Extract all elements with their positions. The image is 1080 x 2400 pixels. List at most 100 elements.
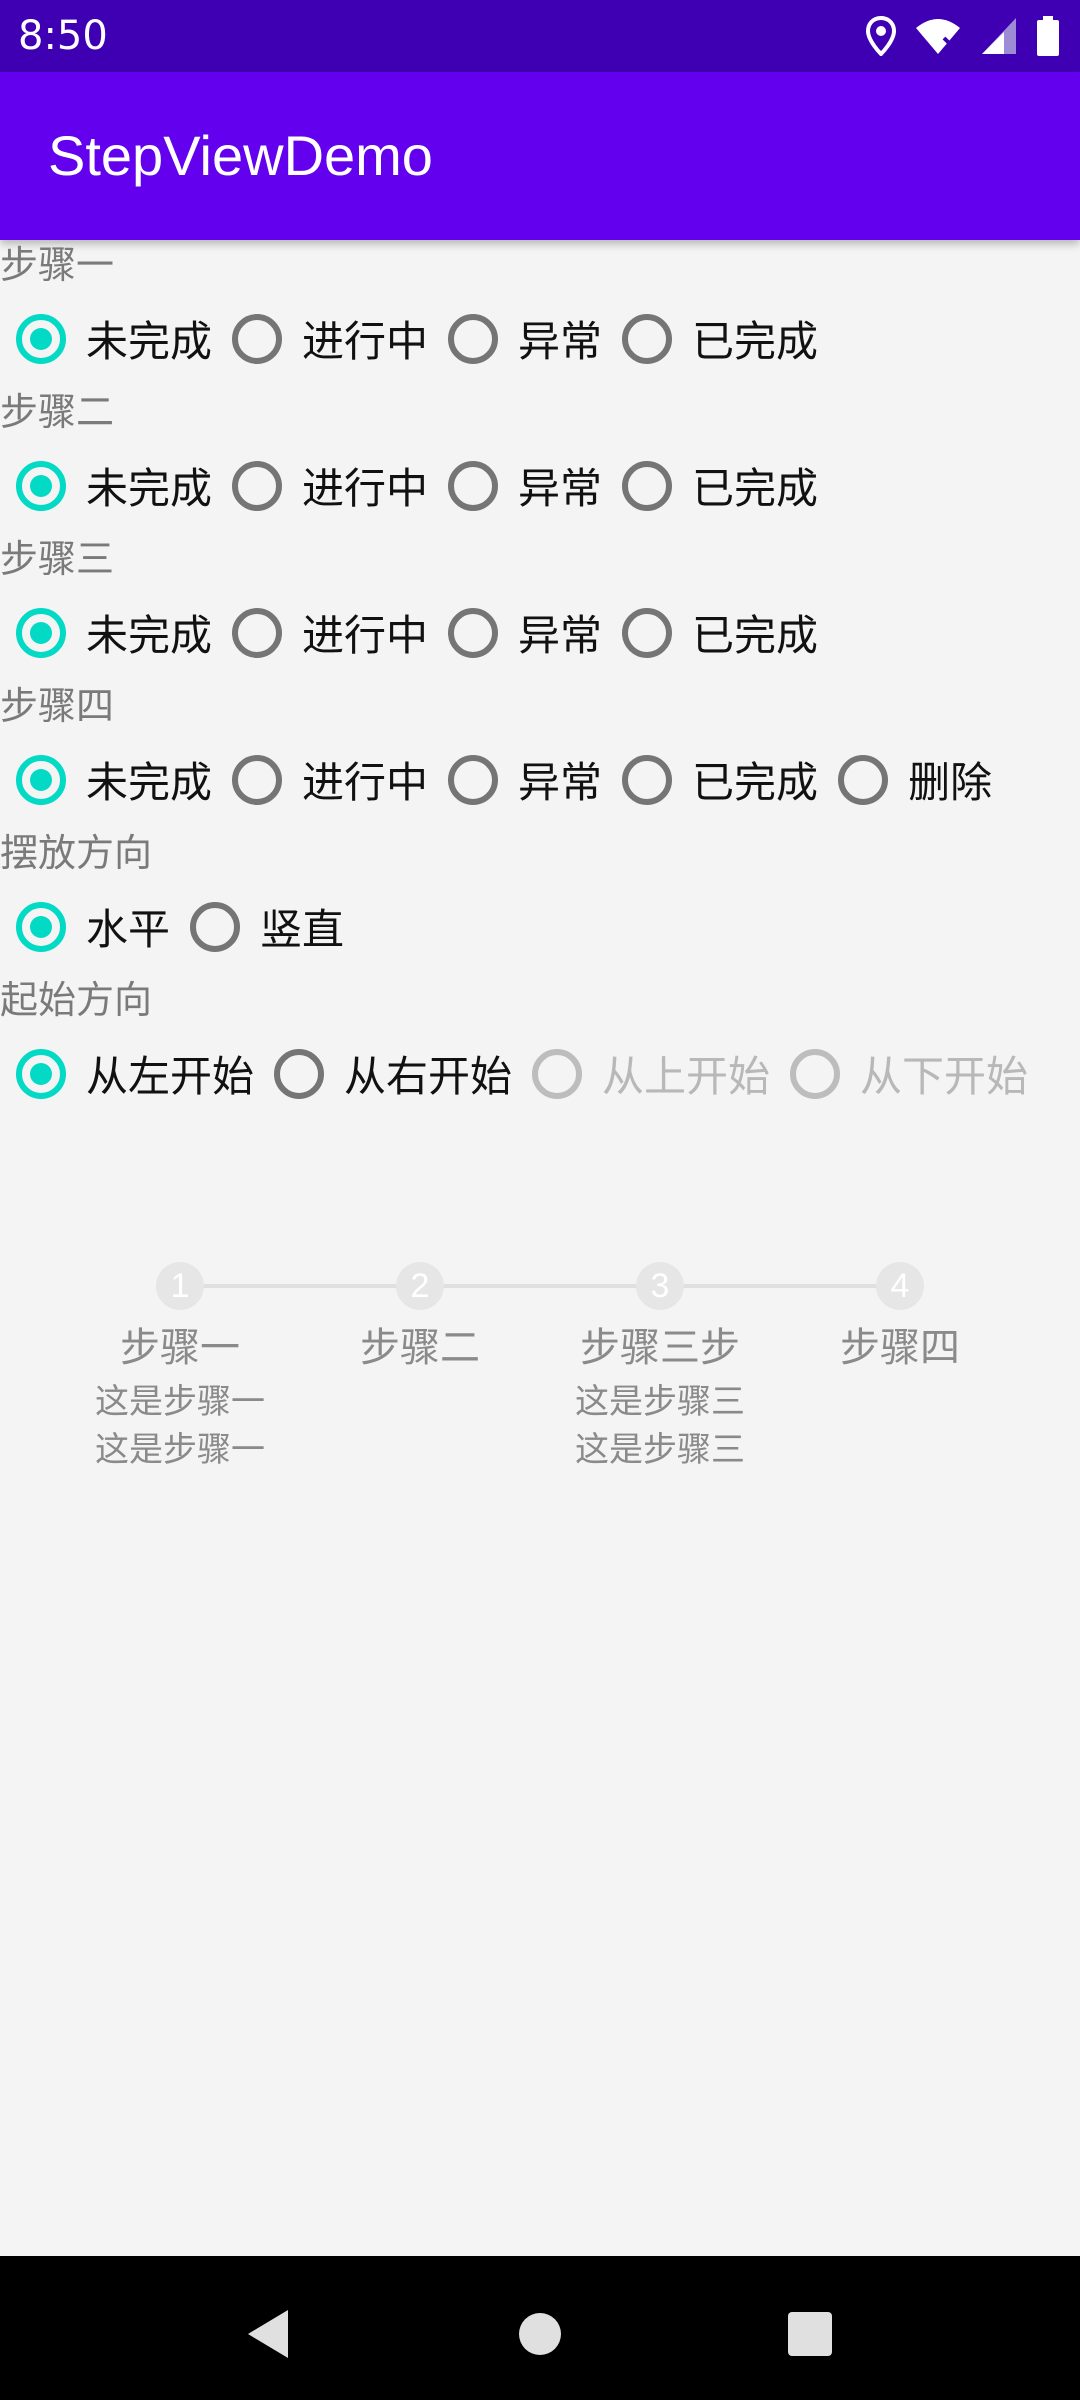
radio-step3-completed[interactable]: 已完成: [622, 602, 818, 663]
app-bar: StepViewDemo: [0, 72, 1080, 240]
radio-circle: [622, 754, 673, 805]
status-time: 8:50: [18, 13, 108, 59]
status-icons: [866, 14, 1060, 58]
radio-step4-incomplete[interactable]: 未完成: [16, 749, 212, 810]
radio-start-left[interactable]: 从左开始: [16, 1043, 254, 1104]
radio-start-right[interactable]: 从右开始: [274, 1043, 512, 1104]
radio-step1-in-progress[interactable]: 进行中: [232, 308, 428, 369]
section-label-step2: 步骤二: [0, 390, 115, 434]
radio-group-start-direction: 从左开始 从右开始 从上开始 从下开始: [0, 1025, 1080, 1122]
radio-circle: [448, 754, 499, 805]
section-label-step1: 步骤一: [0, 243, 115, 287]
radio-circle: [232, 607, 283, 658]
step-number: 2: [396, 1262, 444, 1310]
radio-circle: [448, 460, 499, 511]
radio-circle: [448, 313, 499, 364]
home-icon[interactable]: [518, 2308, 562, 2360]
radio-step1-incomplete[interactable]: 未完成: [16, 308, 212, 369]
radio-group-step2: 未完成 进行中 异常 已完成: [0, 437, 1080, 534]
radio-circle: [16, 460, 66, 511]
radio-orientation-horizontal[interactable]: 水平: [16, 896, 170, 957]
section-label-start-direction: 起始方向: [0, 978, 153, 1022]
radio-step1-completed[interactable]: 已完成: [622, 308, 818, 369]
step-number: 3: [636, 1262, 684, 1310]
radio-label: 未完成: [86, 611, 213, 660]
radio-circle: [532, 1048, 583, 1099]
radio-circle: [622, 460, 673, 511]
radio-step3-error[interactable]: 异常: [448, 602, 602, 663]
radio-label: 未完成: [86, 464, 213, 513]
settings-panel: 步骤一 未完成 进行中 异常 已完成 步骤二 未完成 进行中 异常 已完成 步骤…: [0, 240, 1080, 1122]
radio-step2-incomplete[interactable]: 未完成: [16, 455, 212, 516]
step-title: 步骤一: [120, 1325, 240, 1371]
step-title: 步骤三步: [580, 1325, 740, 1371]
radio-group-step3: 未完成 进行中 异常 已完成: [0, 584, 1080, 681]
radio-label: 异常: [518, 317, 603, 366]
radio-label: 水平: [86, 905, 171, 954]
radio-circle: [16, 901, 66, 952]
app-title: StepViewDemo: [48, 124, 433, 187]
radio-orientation-vertical[interactable]: 竖直: [190, 896, 344, 957]
radio-step1-error[interactable]: 异常: [448, 308, 602, 369]
radio-label: 已完成: [692, 758, 819, 807]
radio-circle: [16, 607, 66, 658]
radio-group-step4: 未完成 进行中 异常 已完成 删除: [0, 731, 1080, 828]
radio-circle: [16, 754, 66, 805]
radio-label: 未完成: [86, 317, 213, 366]
radio-step2-in-progress[interactable]: 进行中: [232, 455, 428, 516]
radio-circle: [16, 313, 66, 364]
radio-circle: [622, 313, 673, 364]
radio-circle: [448, 607, 499, 658]
radio-label: 从上开始: [602, 1052, 771, 1101]
step-view: 1 步骤一 这是步骤一 这是步骤一 2 步骤二 3 步骤三步 这是步骤三 这是步…: [0, 1262, 1080, 1502]
radio-step2-error[interactable]: 异常: [448, 455, 602, 516]
radio-label: 已完成: [692, 611, 819, 660]
step-description: 这是步骤一: [95, 1430, 265, 1470]
step-3: 3 步骤三步 这是步骤三 这是步骤三: [540, 1262, 780, 1474]
radio-step4-in-progress[interactable]: 进行中: [232, 749, 428, 810]
radio-label: 已完成: [692, 317, 819, 366]
radio-label: 进行中: [302, 611, 429, 660]
signal-icon: [982, 18, 1016, 54]
step-title: 步骤二: [360, 1325, 480, 1371]
step-description: 这是步骤三: [575, 1430, 745, 1470]
radio-circle: [232, 754, 283, 805]
status-bar: 8:50: [0, 0, 1080, 72]
radio-step4-error[interactable]: 异常: [448, 749, 602, 810]
radio-label: 从左开始: [86, 1052, 255, 1101]
radio-step3-incomplete[interactable]: 未完成: [16, 602, 212, 663]
radio-label: 竖直: [260, 905, 345, 954]
recents-icon[interactable]: [786, 2308, 834, 2360]
navigation-bar: [0, 2256, 1080, 2400]
step-number: 1: [156, 1262, 204, 1310]
radio-circle: [16, 1048, 66, 1099]
radio-label: 进行中: [302, 758, 429, 807]
radio-label: 从下开始: [860, 1052, 1029, 1101]
step-1: 1 步骤一 这是步骤一 这是步骤一: [60, 1262, 300, 1474]
section-label-step3: 步骤三: [0, 537, 115, 581]
radio-step4-completed[interactable]: 已完成: [622, 749, 818, 810]
section-label-orientation: 摆放方向: [0, 831, 153, 875]
radio-step4-delete[interactable]: 删除: [838, 749, 992, 810]
radio-step2-completed[interactable]: 已完成: [622, 455, 818, 516]
step-description: 这是步骤一: [95, 1382, 265, 1422]
radio-circle: [838, 754, 889, 805]
step-title: 步骤四: [840, 1325, 960, 1371]
battery-icon: [1037, 16, 1059, 56]
radio-label: 删除: [908, 758, 993, 807]
step-number: 4: [876, 1262, 924, 1310]
radio-circle: [232, 313, 283, 364]
radio-circle: [190, 901, 241, 952]
back-icon[interactable]: [244, 2308, 292, 2360]
radio-step3-in-progress[interactable]: 进行中: [232, 602, 428, 663]
radio-circle: [790, 1048, 841, 1099]
radio-label: 已完成: [692, 464, 819, 513]
radio-circle: [622, 607, 673, 658]
radio-group-orientation: 水平 竖直: [0, 878, 1080, 975]
radio-group-step1: 未完成 进行中 异常 已完成: [0, 290, 1080, 387]
radio-label: 异常: [518, 464, 603, 513]
radio-label: 进行中: [302, 464, 429, 513]
location-icon: [866, 16, 896, 56]
step-4: 4 步骤四: [780, 1262, 1020, 1378]
radio-label: 从右开始: [344, 1052, 513, 1101]
